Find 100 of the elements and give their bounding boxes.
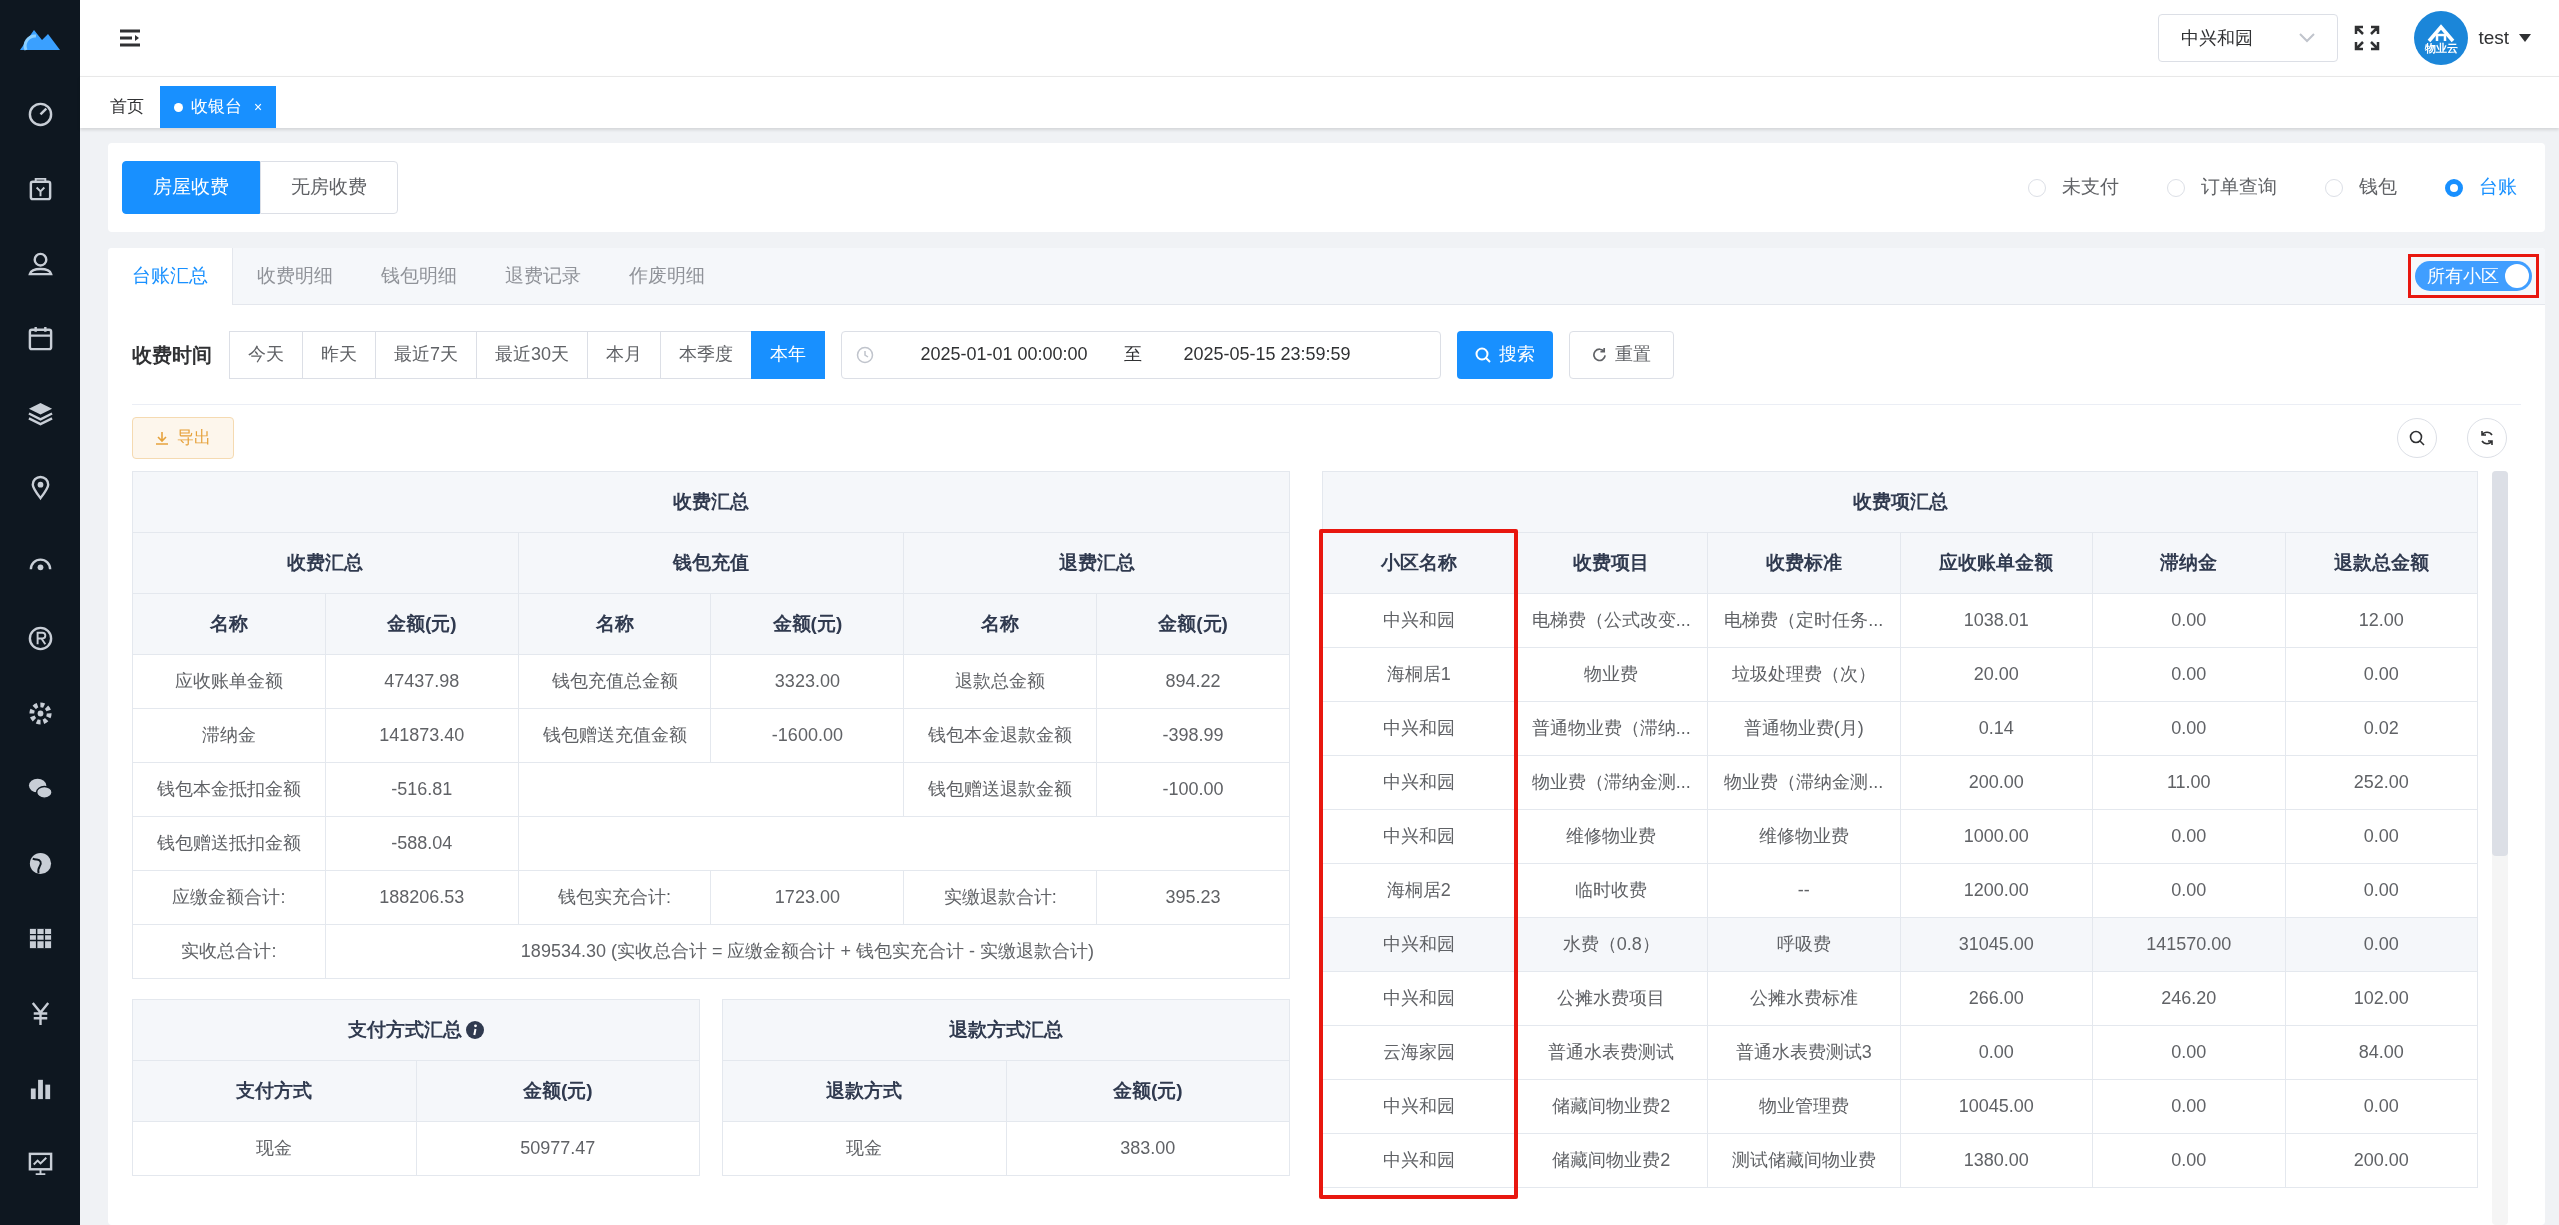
column-header: 收费项目 bbox=[1515, 532, 1708, 594]
table-cell: 呼吸费 bbox=[1707, 917, 1900, 972]
table-row[interactable]: 海桐居1 物业费 垃圾处理费（次） 20.00 0.00 0.00 bbox=[1322, 647, 2478, 702]
table-cell: 141570.00 bbox=[2092, 917, 2285, 972]
table-row[interactable]: 中兴和园 电梯费（公式改变... 电梯费（定时任务... 1038.01 0.00 12.00 bbox=[1322, 593, 2478, 648]
table-row[interactable]: 云海家园 普通水表费测试 普通水表费测试3 0.00 0.00 84.00 bbox=[1322, 1025, 2478, 1080]
scrollbar[interactable] bbox=[2492, 471, 2508, 1225]
table-cell: 141873.40 bbox=[325, 708, 519, 763]
table-cell: 垃圾处理费（次） bbox=[1707, 647, 1900, 702]
table-cell: 252.00 bbox=[2285, 755, 2478, 810]
circle-letter-icon[interactable] bbox=[26, 625, 54, 652]
table-cell: 188206.53 bbox=[325, 870, 519, 925]
table-row[interactable]: 中兴和园 储藏间物业费2 物业管理费 10045.00 0.00 0.00 bbox=[1322, 1079, 2478, 1134]
range-button[interactable]: 本年 bbox=[751, 330, 826, 379]
table-cell: 50977.47 bbox=[416, 1121, 700, 1176]
search-icon bbox=[2409, 430, 2425, 446]
avatar[interactable]: 物业云 bbox=[2414, 11, 2469, 65]
column-header: 金额(元) bbox=[416, 1060, 700, 1122]
table-cell: 266.00 bbox=[1900, 971, 2093, 1026]
gauge-icon[interactable] bbox=[26, 100, 54, 127]
table-cell: 临时收费 bbox=[1515, 863, 1708, 918]
mode-button[interactable]: 无房收费 bbox=[260, 161, 398, 214]
refresh-icon bbox=[1592, 347, 1608, 362]
close-icon[interactable]: × bbox=[254, 96, 263, 118]
table-row[interactable]: 中兴和园 水费（0.8） 呼吸费 31045.00 141570.00 0.00 bbox=[1322, 917, 2478, 972]
radio-label[interactable]: 台账 bbox=[2479, 173, 2517, 202]
community-select[interactable]: 中兴和园 bbox=[2158, 14, 2339, 62]
settings-icon[interactable] bbox=[26, 700, 54, 727]
table-cell: 246.20 bbox=[2092, 971, 2285, 1026]
table-row[interactable]: 中兴和园 公摊水费项目 公摊水费标准 266.00 246.20 102.00 bbox=[1322, 971, 2478, 1026]
date-range-field[interactable]: 2025-01-01 00:00:00 至 2025-05-15 23:59:59 bbox=[841, 330, 1442, 379]
table-row[interactable]: 中兴和园 普通物业费（滞纳... 普通物业费(月) 0.14 0.00 0.02 bbox=[1322, 701, 2478, 756]
radio-label[interactable]: 未支付 bbox=[2062, 173, 2119, 202]
table-cell: 0.00 bbox=[2092, 809, 2285, 864]
table-cell: 应缴金额合计: bbox=[132, 870, 326, 925]
column-header: 小区名称 bbox=[1322, 532, 1515, 594]
user-name[interactable]: test bbox=[2478, 23, 2509, 53]
house-icon bbox=[2426, 22, 2457, 43]
fullscreen-icon[interactable] bbox=[2354, 25, 2381, 51]
table-cell: 47437.98 bbox=[325, 654, 519, 709]
table-cell: 普通水表费测试 bbox=[1515, 1025, 1708, 1080]
radio-label[interactable]: 订单查询 bbox=[2201, 173, 2277, 202]
range-button[interactable]: 今天 bbox=[229, 330, 303, 379]
table-cell: -1600.00 bbox=[711, 708, 904, 763]
date-start: 2025-01-01 00:00:00 bbox=[919, 343, 1089, 366]
table-cell: 395.23 bbox=[1096, 870, 1290, 925]
column-header: 滞纳金 bbox=[2092, 532, 2285, 594]
chevron-down-icon bbox=[2299, 33, 2316, 43]
table-cell: -588.04 bbox=[325, 816, 519, 871]
tag-label: 首页 bbox=[110, 96, 144, 119]
table-cell: 物业费（滞纳金测... bbox=[1515, 755, 1708, 810]
table-cell: 0.00 bbox=[1900, 1025, 2093, 1080]
table-cell: 894.22 bbox=[1096, 654, 1290, 709]
radio-label[interactable]: 钱包 bbox=[2359, 173, 2397, 202]
column-header: 名称 bbox=[132, 593, 326, 655]
tag-label: 收银台 bbox=[191, 96, 242, 119]
table-row[interactable]: 海桐居2 临时收费 -- 1200.00 0.00 0.00 bbox=[1322, 863, 2478, 918]
reset-button[interactable]: 重置 bbox=[1569, 330, 1675, 379]
table-cell: 200.00 bbox=[1900, 755, 2093, 810]
range-button[interactable]: 本季度 bbox=[660, 330, 753, 379]
table-cell: 0.00 bbox=[2285, 809, 2478, 864]
table-title: 收费项汇总 bbox=[1322, 471, 2478, 533]
table-cell: 10045.00 bbox=[1900, 1079, 2093, 1134]
table-cell: -398.99 bbox=[1096, 708, 1290, 763]
table-row[interactable]: 中兴和园 储藏间物业费2 测试储藏间物业费 1380.00 0.00 200.00 bbox=[1322, 1133, 2478, 1188]
search-button[interactable]: 搜索 bbox=[1457, 330, 1554, 379]
calendar-icon[interactable] bbox=[26, 325, 54, 352]
monitor-icon[interactable] bbox=[26, 1150, 54, 1177]
table-cell: 现金 bbox=[132, 1121, 416, 1176]
range-button[interactable]: 最近7天 bbox=[375, 330, 477, 379]
table-row[interactable]: 中兴和园 维修物业费 维修物业费 1000.00 0.00 0.00 bbox=[1322, 809, 2478, 864]
person-icon[interactable] bbox=[26, 250, 54, 277]
column-header: 金额(元) bbox=[325, 593, 519, 655]
radio-button[interactable] bbox=[2445, 178, 2463, 197]
range-button[interactable]: 最近30天 bbox=[476, 330, 589, 379]
mode-button[interactable]: 房屋收费 bbox=[122, 161, 260, 214]
layers-icon[interactable] bbox=[26, 400, 54, 427]
table-row[interactable]: 中兴和园 物业费（滞纳金测... 物业费（滞纳金测... 200.00 11.00 252.00 bbox=[1322, 755, 2478, 810]
download-icon bbox=[155, 431, 169, 445]
table-cell: 1380.00 bbox=[1900, 1133, 2093, 1188]
table-cell: 公摊水费标准 bbox=[1707, 971, 1900, 1026]
table-cell: -- bbox=[1707, 863, 1900, 918]
page-tag[interactable]: 收银台 × bbox=[160, 86, 277, 128]
info-icon[interactable] bbox=[466, 1021, 484, 1039]
table-cell: 钱包赠送退款金额 bbox=[903, 762, 1097, 817]
column-header: 金额(元) bbox=[711, 593, 904, 655]
range-separator: 至 bbox=[1124, 343, 1143, 366]
table-cell: -516.81 bbox=[325, 762, 519, 817]
table-cell: 储藏间物业费2 bbox=[1515, 1133, 1708, 1188]
page-tag[interactable]: 首页 bbox=[102, 86, 152, 128]
table-cell: 0.00 bbox=[2092, 593, 2285, 648]
column-header: 退款方式 bbox=[722, 1060, 1006, 1122]
table-cell: 维修物业费 bbox=[1707, 809, 1900, 864]
table-cell: 钱包赠送充值金额 bbox=[518, 708, 711, 763]
menu-icon[interactable] bbox=[118, 28, 142, 48]
range-button[interactable]: 本月 bbox=[587, 330, 662, 379]
tab[interactable]: 台账汇总 bbox=[108, 248, 233, 305]
caret-icon[interactable] bbox=[2519, 34, 2531, 42]
column-header: 名称 bbox=[518, 593, 711, 655]
range-button[interactable]: 昨天 bbox=[302, 330, 376, 379]
